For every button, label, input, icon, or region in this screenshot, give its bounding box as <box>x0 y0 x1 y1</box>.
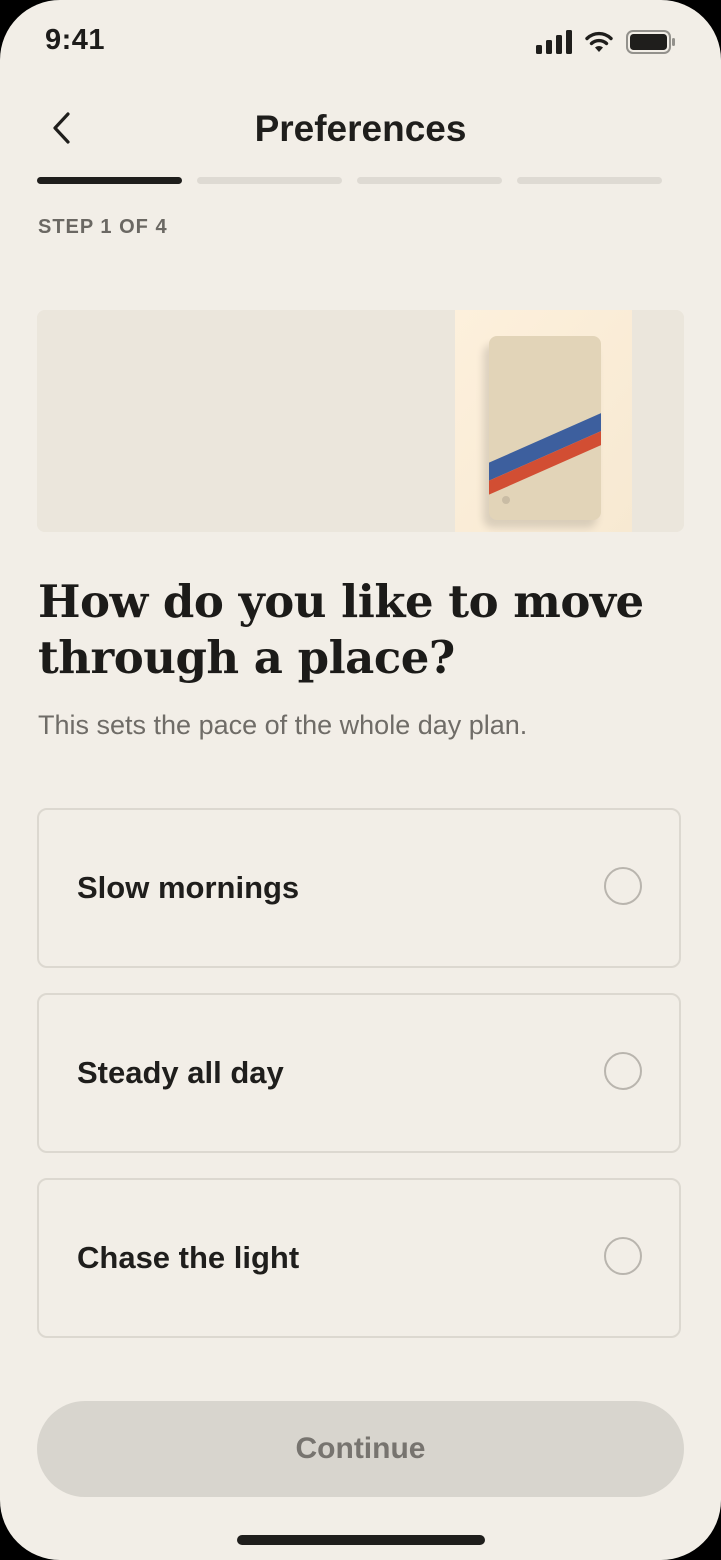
page-title: Preferences <box>254 108 467 149</box>
progress-segment-3 <box>357 177 502 184</box>
phone-screen: 9:41 Preferences STEP 1 OF 4 How do you … <box>0 0 721 1560</box>
radio-button[interactable] <box>604 867 642 905</box>
question-subtitle: This sets the pace of the whole day plan… <box>38 710 528 740</box>
progress-segment-1 <box>37 177 182 184</box>
option-slow-mornings[interactable]: Slow mornings <box>37 808 681 968</box>
question-title: How do you like to move through a place? <box>38 575 644 684</box>
signal-icon <box>536 30 572 54</box>
progress-bar <box>37 177 662 184</box>
status-time: 9:41 <box>45 24 106 56</box>
battery-icon <box>626 30 676 54</box>
option-label: Steady all day <box>77 1055 284 1090</box>
progress-segment-2 <box>197 177 342 184</box>
hero-image <box>37 310 684 532</box>
status-icons <box>536 28 676 56</box>
progress-segment-4 <box>517 177 662 184</box>
step-label: STEP 1 OF 4 <box>38 216 168 238</box>
radio-button[interactable] <box>604 1052 642 1090</box>
option-label: Slow mornings <box>77 870 300 905</box>
home-indicator[interactable] <box>237 1535 485 1545</box>
option-label: Chase the light <box>77 1240 300 1275</box>
wifi-icon <box>584 31 614 53</box>
radio-button[interactable] <box>604 1237 642 1275</box>
continue-button[interactable]: Continue <box>37 1401 684 1497</box>
option-steady-all-day[interactable]: Steady all day <box>37 993 681 1153</box>
option-chase-the-light[interactable]: Chase the light <box>37 1178 681 1338</box>
card-illustration <box>37 310 684 532</box>
